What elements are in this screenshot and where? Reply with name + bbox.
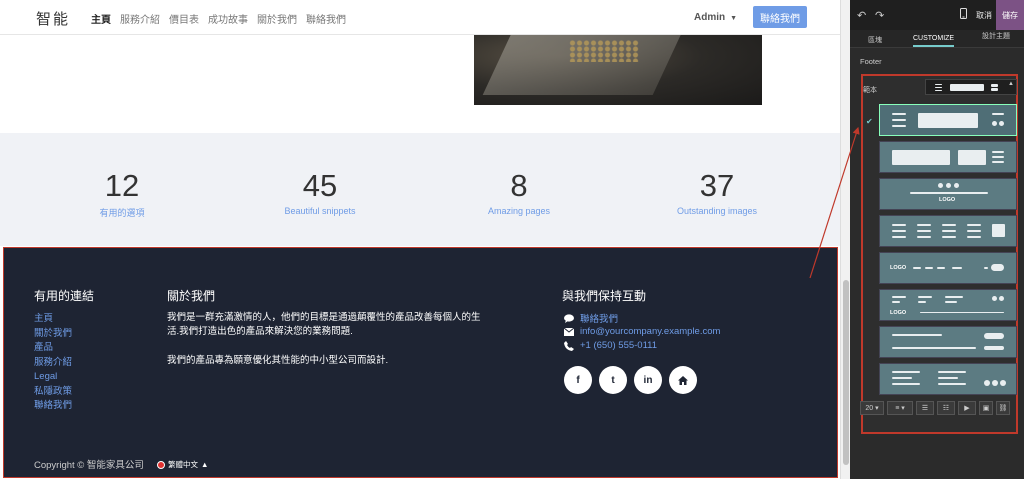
email-link[interactable]: info@yourcompany.example.com <box>580 326 720 337</box>
stat-label: Amazing pages <box>487 206 551 216</box>
stat-item: 12 有用的選項 <box>22 168 222 219</box>
stat-item: 45 Beautiful snippets <box>220 168 420 216</box>
admin-label: Admin <box>694 12 726 23</box>
footer-link-contact[interactable]: 聯絡我們 <box>34 399 72 414</box>
tab-theme[interactable]: 設計主題 <box>982 31 1010 41</box>
envelope-icon <box>564 327 574 336</box>
redo-icon[interactable]: ↷ <box>875 9 884 22</box>
template-option-descriptions[interactable] <box>879 215 1017 247</box>
template-label: 範本 <box>863 87 877 94</box>
footer-section[interactable]: 有用的連結 主頁 關於我們 產品 服務介紹 Legal 私隱政策 聯絡我們 關於… <box>3 247 838 478</box>
flag-icon <box>157 460 165 469</box>
footer-link-legal[interactable]: Legal <box>34 370 72 385</box>
template-options: 範本 ▲ ✔ LOGO LOGO LOGO <box>861 74 1018 434</box>
scrollbar[interactable] <box>840 0 850 479</box>
scrollbar-thumb[interactable] <box>843 280 849 465</box>
contact-link[interactable]: 聯絡我們 <box>580 311 618 325</box>
save-button[interactable]: 儲存 <box>996 0 1024 30</box>
phone-icon <box>564 340 574 351</box>
website-preview: 智能 主頁 服務介紹 價目表 成功故事 關於我們 聯絡我們 Admin ▼ 聯絡我… <box>0 0 840 479</box>
useful-links-heading: 有用的連結 <box>34 289 95 303</box>
editor-topbar: ↶ ↷ 取消 儲存 <box>850 0 1024 30</box>
play-icon[interactable]: ▶ <box>958 401 976 415</box>
nav-links: 主頁 服務介紹 價目表 成功故事 關於我們 聯絡我們 <box>91 11 346 26</box>
template-option-links[interactable]: LOGO <box>879 289 1017 321</box>
footer-link-home[interactable]: 主頁 <box>34 312 72 327</box>
numbered-list-icon[interactable]: ☷ <box>937 401 955 415</box>
align-select[interactable]: ≡ ▾ <box>887 401 913 415</box>
navbar: 智能 主頁 服務介紹 價目表 成功故事 關於我們 聯絡我們 Admin ▼ 聯絡我… <box>0 0 840 35</box>
comment-icon <box>564 313 574 323</box>
copyright-text: Copyright © 智能家具公司 <box>34 460 144 471</box>
style-toolbar: 20 ▾ ≡ ▾ ☰ ☷ ▶ ▣ ⛓ <box>860 401 1020 419</box>
editor-panel: ↶ ↷ 取消 儲存 區塊 CUSTOMIZE 設計主題 Footer 範本 ▲ … <box>850 0 1024 479</box>
stat-label: Beautiful snippets <box>284 206 356 216</box>
template-option-call-to-action[interactable]: LOGO <box>879 178 1017 210</box>
contact-link-row[interactable]: 聯絡我們 <box>564 311 618 325</box>
footer-link-products[interactable]: 產品 <box>34 341 72 356</box>
template-option-contact[interactable] <box>879 141 1017 173</box>
template-option-headline[interactable] <box>879 363 1017 395</box>
tab-customize[interactable]: CUSTOMIZE <box>913 35 955 47</box>
contact-us-button[interactable]: 聯絡我們 <box>753 6 807 28</box>
about-paragraph-2: 我們的產品專為願意優化其性能的中小型公司而設計. <box>167 355 389 366</box>
nav-link-home[interactable]: 主頁 <box>91 11 111 26</box>
footer-link-about[interactable]: 關於我們 <box>34 327 72 342</box>
email-row[interactable]: info@yourcompany.example.com <box>564 326 720 337</box>
undo-icon[interactable]: ↶ <box>857 9 866 22</box>
about-heading: 關於我們 <box>167 289 216 303</box>
home-icon[interactable] <box>669 366 697 394</box>
language-selector[interactable]: 繁體中文 ▲ <box>157 459 208 470</box>
facebook-icon[interactable]: f <box>564 366 592 394</box>
stat-value: 37 <box>699 168 735 203</box>
phone-link[interactable]: +1 (650) 555-0111 <box>580 340 657 351</box>
list-icon[interactable]: ☰ <box>916 401 934 415</box>
template-logo-text: LOGO <box>939 197 956 203</box>
site-logo[interactable]: 智能 <box>36 8 70 29</box>
stat-item: 8 Amazing pages <box>419 168 619 216</box>
hero-image <box>474 35 762 105</box>
nav-link-about[interactable]: 關於我們 <box>257 11 297 26</box>
admin-menu[interactable]: Admin ▼ <box>694 12 737 23</box>
template-option-columns[interactable] <box>879 104 1017 136</box>
twitter-icon[interactable]: t <box>599 366 627 394</box>
section-title: Footer <box>860 57 882 66</box>
phone-row[interactable]: +1 (650) 555-0111 <box>564 340 657 351</box>
footer-link-services[interactable]: 服務介紹 <box>34 356 72 371</box>
nav-link-success-stories[interactable]: 成功故事 <box>208 11 248 26</box>
mobile-preview-icon[interactable] <box>960 8 967 22</box>
template-logo-text: LOGO <box>890 265 907 271</box>
caret-down-icon: ▼ <box>730 15 738 22</box>
nav-link-contact[interactable]: 聯絡我們 <box>306 11 346 26</box>
stat-value: 12 <box>104 168 140 203</box>
link-icon[interactable]: ⛓ <box>996 401 1010 415</box>
template-select[interactable]: ▲ <box>925 79 1017 95</box>
footer-links: 主頁 關於我們 產品 服務介紹 Legal 私隱政策 聯絡我們 <box>34 312 72 414</box>
contact-heading: 與我們保持互動 <box>562 289 647 303</box>
font-size-select[interactable]: 20 ▾ <box>860 401 884 415</box>
about-paragraph: 我們是一群充滿激情的人，他們的目標是通過顛覆性的產品改善每個人的生活.我們打造出… <box>167 312 481 337</box>
template-option-minimalist[interactable] <box>879 326 1017 358</box>
image-icon[interactable]: ▣ <box>979 401 993 415</box>
tab-blocks[interactable]: 區塊 <box>868 35 882 45</box>
stat-item: 37 Outstanding images <box>617 168 817 216</box>
stat-value: 8 <box>510 168 528 203</box>
stat-label: 有用的選項 <box>99 208 145 218</box>
template-option-centered[interactable]: LOGO <box>879 252 1017 284</box>
language-label: 繁體中文 <box>168 460 198 469</box>
stats-section: 12 有用的選項 45 Beautiful snippets 8 Amazing… <box>0 133 840 246</box>
linkedin-icon[interactable]: in <box>634 366 662 394</box>
check-icon: ✔ <box>866 117 873 126</box>
nav-link-services[interactable]: 服務介紹 <box>120 11 160 26</box>
nav-link-pricing[interactable]: 價目表 <box>169 11 199 26</box>
caret-up-icon: ▲ <box>1008 81 1014 87</box>
editor-tabs: 區塊 CUSTOMIZE 設計主題 <box>850 30 1024 48</box>
template-logo-text: LOGO <box>890 310 907 316</box>
footer-link-privacy[interactable]: 私隱政策 <box>34 385 72 400</box>
caret-up-icon: ▲ <box>201 460 209 469</box>
stat-label: Outstanding images <box>676 206 758 216</box>
font-size-value: 20 <box>865 404 874 412</box>
discard-button[interactable]: 取消 <box>976 10 992 21</box>
stat-value: 45 <box>302 168 338 203</box>
